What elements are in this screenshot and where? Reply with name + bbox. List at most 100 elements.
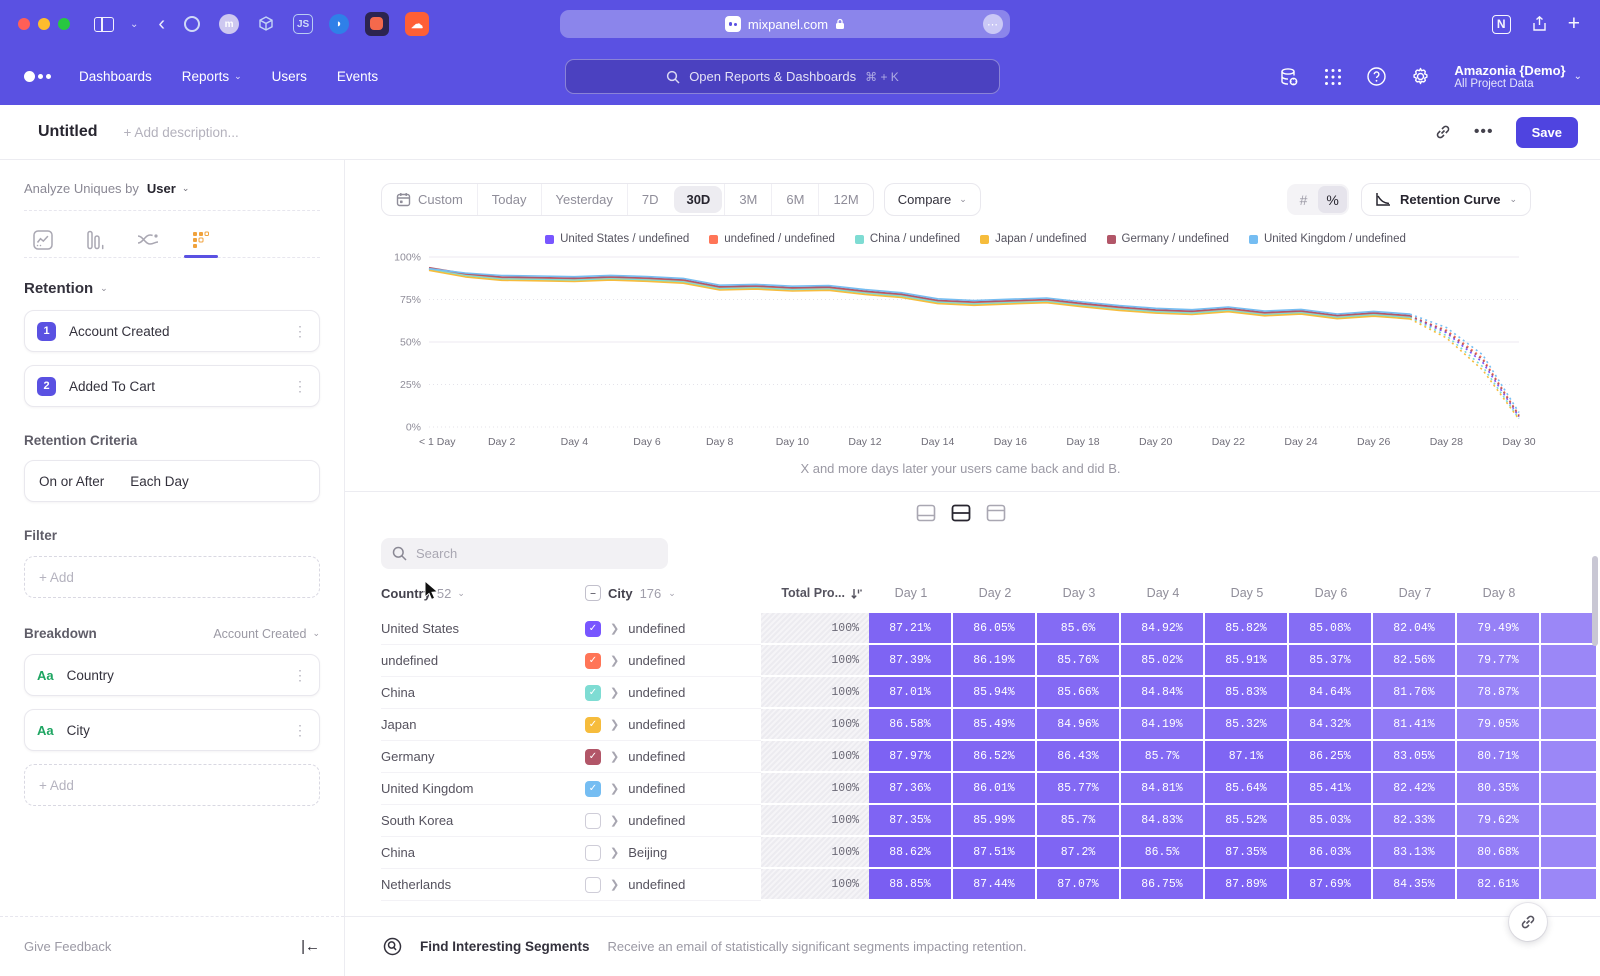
apps-grid-icon[interactable] [1323, 67, 1343, 87]
range-3m[interactable]: 3M [724, 184, 771, 215]
row-checkbox[interactable]: ✓ [585, 621, 601, 637]
expand-row-icon[interactable]: ❯ [610, 878, 619, 891]
copy-link-icon[interactable] [1434, 123, 1452, 141]
retention-cell[interactable]: 84.32% [1289, 709, 1373, 741]
range-7d[interactable]: 7D [627, 184, 673, 215]
retention-cell[interactable]: 83.13% [1373, 837, 1457, 869]
day-column-header[interactable]: Day 3 [1037, 586, 1121, 600]
step-card-added-to-cart[interactable]: 2 Added To Cart ⋮ [24, 365, 320, 407]
retention-cell[interactable]: 87.07% [1037, 869, 1121, 901]
notion-extension-icon[interactable]: N [1492, 15, 1511, 34]
retention-cell[interactable]: 80.68% [1457, 837, 1541, 869]
collapse-sidebar-icon[interactable]: |← [301, 938, 320, 955]
breakdown-scope-dropdown[interactable]: Account Created ⌄ [213, 627, 320, 641]
tab-retention[interactable] [188, 223, 214, 257]
retention-cell[interactable]: 84.35% [1373, 869, 1457, 901]
select-all-checkbox[interactable]: – [585, 585, 601, 601]
country-cell[interactable]: Germany [381, 741, 585, 773]
criteria-each-day[interactable]: Each Day [130, 474, 189, 489]
retention-cell[interactable]: 85.83% [1205, 677, 1289, 709]
country-cell[interactable]: United States [381, 613, 585, 645]
retention-cell[interactable]: 84.19% [1121, 709, 1205, 741]
retention-cell[interactable]: 85.64% [1205, 773, 1289, 805]
row-checkbox[interactable]: ✓ [585, 653, 601, 669]
day-column-header[interactable]: Day 2 [953, 586, 1037, 600]
retention-cell[interactable]: 85.08% [1289, 613, 1373, 645]
retention-cell[interactable]: 86.75% [1121, 869, 1205, 901]
retention-cell[interactable]: 87.35% [869, 805, 953, 837]
retention-cell[interactable]: 85.82% [1205, 613, 1289, 645]
zoom-window-button[interactable] [58, 18, 70, 30]
retention-cell[interactable]: 85.77% [1037, 773, 1121, 805]
retention-cell[interactable]: 86.19% [953, 645, 1037, 677]
retention-cell[interactable]: 82.56% [1373, 645, 1457, 677]
country-cell[interactable]: Netherlands [381, 869, 585, 901]
retention-cell[interactable]: 79.62% [1457, 805, 1541, 837]
retention-cell[interactable]: 86.52% [953, 741, 1037, 773]
retention-chart[interactable]: 0%25%50%75%100%< 1 DayDay 2Day 4Day 6Day… [381, 249, 1600, 459]
range-30d[interactable]: 30D [674, 186, 722, 213]
retention-cell[interactable]: 87.01% [869, 677, 953, 709]
breakdown-add-button[interactable]: + Add [24, 764, 320, 806]
retention-cell[interactable]: 86.25% [1289, 741, 1373, 773]
tab-funnels[interactable] [82, 223, 108, 257]
retention-cell[interactable]: 85.91% [1205, 645, 1289, 677]
nav-link-dashboards[interactable]: Dashboards [79, 69, 152, 84]
retention-cell[interactable]: 87.39% [869, 645, 953, 677]
extension-record-icon[interactable] [365, 12, 389, 36]
retention-cell[interactable]: 79.49% [1457, 613, 1541, 645]
expand-row-icon[interactable]: ❯ [610, 718, 619, 731]
retention-cell[interactable]: 81.76% [1373, 677, 1457, 709]
step-card-account-created[interactable]: 1 Account Created ⋮ [24, 310, 320, 352]
row-checkbox[interactable]: ✓ [585, 717, 601, 733]
row-checkbox[interactable] [585, 813, 601, 829]
row-checkbox[interactable] [585, 877, 601, 893]
retention-cell[interactable]: 84.92% [1121, 613, 1205, 645]
day-column-header[interactable]: Day 1 [869, 586, 953, 600]
day-column-header[interactable]: Day 8 [1457, 586, 1541, 600]
retention-cell[interactable]: 85.52% [1205, 805, 1289, 837]
day-column-header[interactable]: Day 6 [1289, 586, 1373, 600]
retention-cell[interactable]: 86.05% [953, 613, 1037, 645]
criteria-on-or-after[interactable]: On or After [39, 474, 104, 489]
view-chart-only-button[interactable] [912, 500, 939, 525]
range-custom[interactable]: Custom [382, 184, 477, 215]
kebab-menu-icon[interactable]: ⋮ [293, 667, 307, 684]
help-icon[interactable] [1366, 66, 1387, 87]
retention-cell[interactable]: 84.81% [1121, 773, 1205, 805]
city-column-header[interactable]: – City 176 ⌄ [585, 585, 761, 601]
retention-cell[interactable]: 85.6% [1037, 613, 1121, 645]
more-options-button[interactable]: ••• [1474, 123, 1494, 141]
retention-cell[interactable]: 82.61% [1457, 869, 1541, 901]
retention-cell[interactable]: 79.77% [1457, 645, 1541, 677]
retention-cell[interactable]: 87.1% [1205, 741, 1289, 773]
retention-cell[interactable]: 82.04% [1373, 613, 1457, 645]
project-switcher[interactable]: Amazonia {Demo} All Project Data ⌄ [1454, 63, 1582, 90]
retention-cell[interactable]: 87.69% [1289, 869, 1373, 901]
retention-cell[interactable]: 84.96% [1037, 709, 1121, 741]
retention-cell[interactable]: 86.5% [1121, 837, 1205, 869]
nav-link-users[interactable]: Users [272, 69, 307, 84]
tab-flows[interactable] [134, 223, 162, 257]
country-cell[interactable]: China [381, 837, 585, 869]
country-cell[interactable]: Japan [381, 709, 585, 741]
retention-cell[interactable]: 87.97% [869, 741, 953, 773]
save-button[interactable]: Save [1516, 117, 1578, 148]
legend-item[interactable]: United States / undefined [545, 233, 689, 245]
retention-cell[interactable]: 85.99% [953, 805, 1037, 837]
day-column-header[interactable]: Day 5 [1205, 586, 1289, 600]
retention-cell[interactable]: 86.01% [953, 773, 1037, 805]
retention-cell[interactable]: 85.03% [1289, 805, 1373, 837]
retention-cell[interactable]: 85.66% [1037, 677, 1121, 709]
range-today[interactable]: Today [477, 184, 541, 215]
retention-cell[interactable]: 87.21% [869, 613, 953, 645]
country-cell[interactable]: China [381, 677, 585, 709]
legend-item[interactable]: United Kingdom / undefined [1249, 233, 1406, 245]
extension-cube-icon[interactable] [255, 13, 277, 35]
close-window-button[interactable] [18, 18, 30, 30]
retention-cell[interactable]: 83.05% [1373, 741, 1457, 773]
retention-cell[interactable]: 80.71% [1457, 741, 1541, 773]
retention-cell[interactable]: 85.7% [1037, 805, 1121, 837]
total-column-header[interactable]: Total Pro... [761, 586, 869, 600]
expand-row-icon[interactable]: ❯ [610, 654, 619, 667]
